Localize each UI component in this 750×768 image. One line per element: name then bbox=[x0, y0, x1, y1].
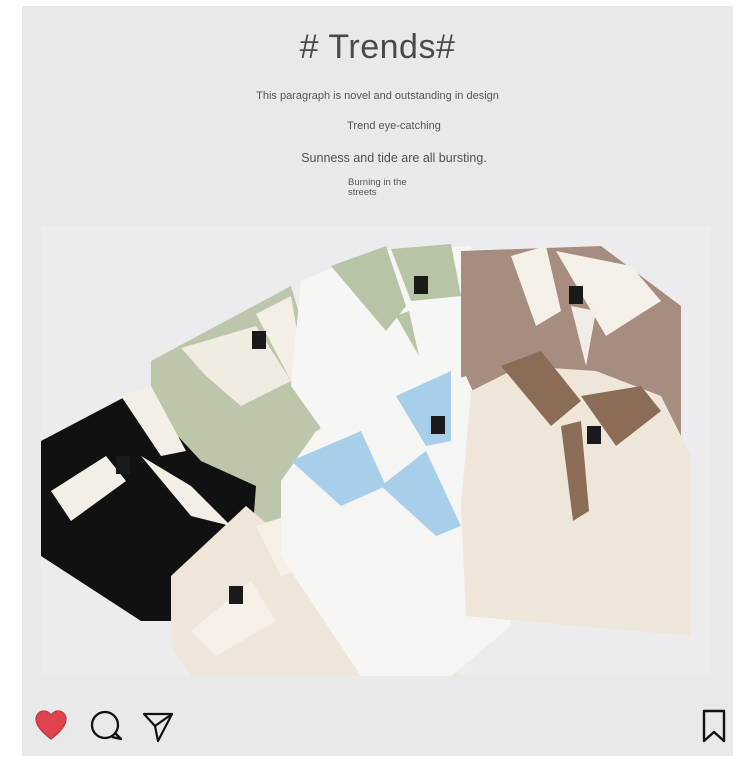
post-action-bar bbox=[0, 708, 750, 752]
send-icon[interactable] bbox=[140, 708, 176, 744]
heart-icon[interactable] bbox=[33, 708, 69, 744]
tagline-3: Sunness and tide are all bursting. bbox=[301, 151, 487, 165]
polo-shirts-illustration bbox=[41, 226, 711, 676]
product-photo bbox=[41, 226, 711, 676]
post-card: # Trends# This paragraph is novel and ou… bbox=[22, 6, 733, 756]
tagline-2: Trend eye-catching bbox=[347, 120, 441, 132]
bookmark-icon[interactable] bbox=[696, 708, 732, 744]
post-title: # Trends# bbox=[299, 28, 456, 66]
comment-icon[interactable] bbox=[88, 708, 124, 744]
tagline-1: This paragraph is novel and outstanding … bbox=[256, 90, 499, 102]
tagline-4: Burning in the streets bbox=[348, 177, 407, 198]
